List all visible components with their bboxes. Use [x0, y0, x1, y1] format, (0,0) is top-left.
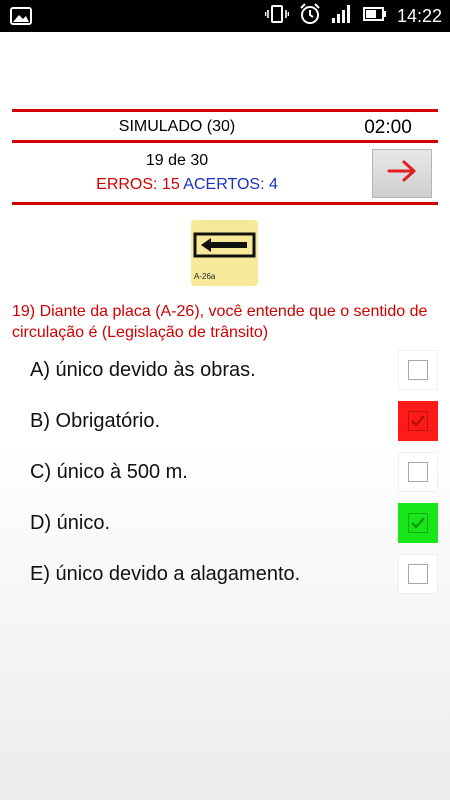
alarm-icon: [299, 2, 321, 30]
status-time: 14:22: [396, 5, 442, 26]
countdown-timer: 02:00: [364, 117, 412, 138]
vibrate-icon: [264, 4, 290, 29]
correct-count: ACERTOS: 4: [183, 176, 278, 193]
question-counter: 19 de 30: [145, 152, 209, 169]
option-d-checkbox[interactable]: [398, 503, 438, 543]
option-d-label[interactable]: D) único.: [30, 512, 390, 535]
option-c-label[interactable]: C) único à 500 m.: [30, 461, 390, 484]
exam-title: SIMULADO (30): [118, 118, 236, 135]
option-e-label[interactable]: E) único devido a alagamento.: [30, 563, 390, 586]
divider: [12, 109, 438, 112]
sign-plate: A-26a: [191, 220, 258, 286]
option-b-label[interactable]: B) Obrigatório.: [30, 410, 390, 433]
image-icon: [10, 7, 32, 30]
sign-code: A-26a: [194, 272, 216, 281]
question-text: 19) Diante da placa (A-26), você entende…: [12, 303, 428, 341]
signal-icon: [331, 4, 353, 29]
option-a-checkbox[interactable]: [398, 350, 438, 390]
errors-count: ERROS: 15: [96, 176, 180, 193]
check-icon: [411, 517, 425, 529]
status-bar: 14:22: [0, 0, 450, 32]
option-a-label[interactable]: A) único devido às obras.: [30, 359, 390, 382]
score-summary: ERROS: 15 ACERTOS: 4: [12, 176, 362, 194]
left-arrow-sign-icon: [193, 232, 256, 258]
divider: [12, 202, 438, 205]
arrow-right-icon: [387, 159, 417, 188]
divider: [12, 140, 438, 143]
next-question-button[interactable]: [372, 149, 432, 198]
option-b-checkbox[interactable]: [398, 401, 438, 441]
option-c-checkbox[interactable]: [398, 452, 438, 492]
traffic-sign-image: A-26a: [178, 208, 272, 298]
option-e-checkbox[interactable]: [398, 554, 438, 594]
battery-icon: [362, 6, 387, 27]
check-icon: [411, 415, 425, 427]
